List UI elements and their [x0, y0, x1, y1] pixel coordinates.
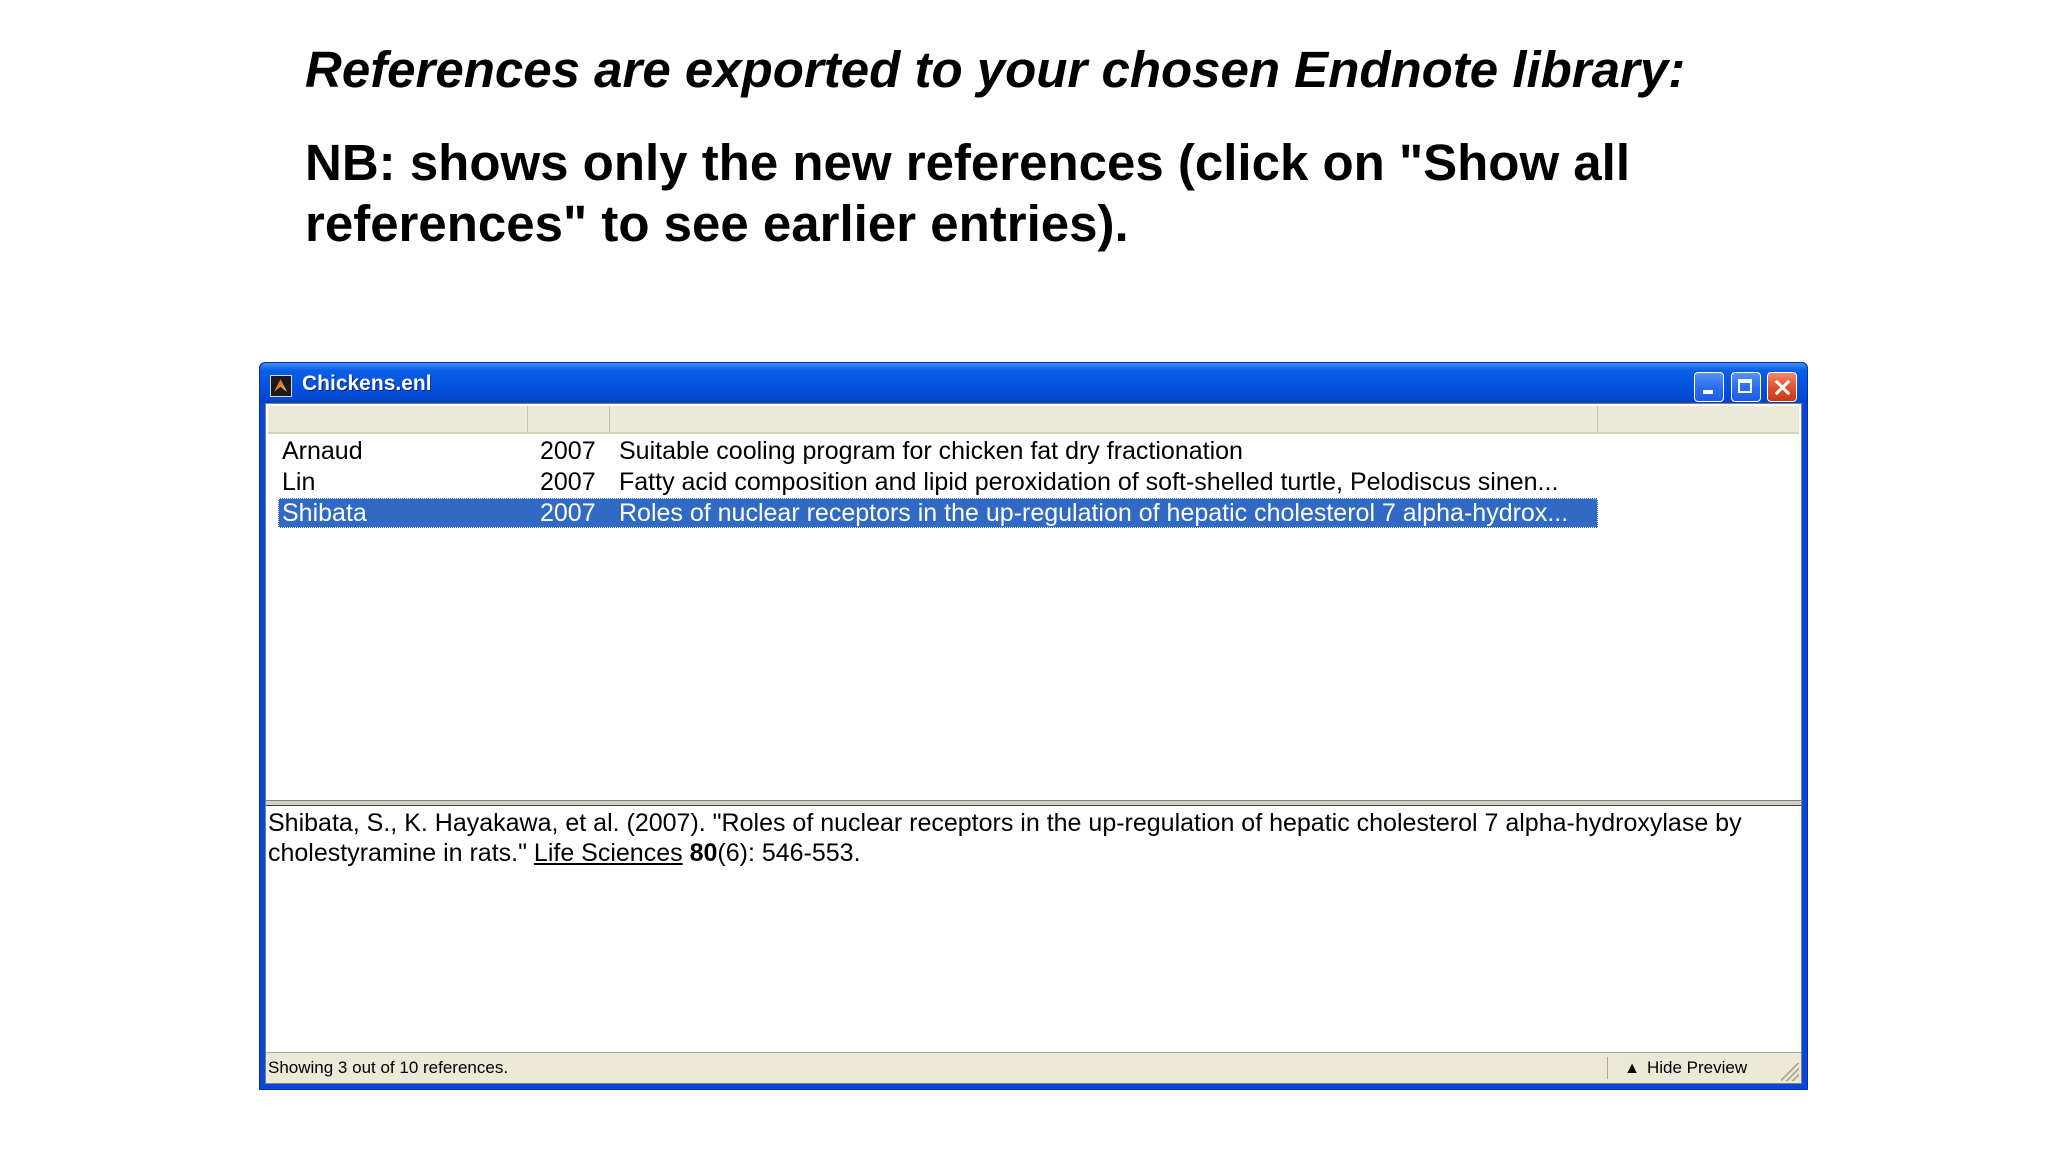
- reference-author: Shibata: [282, 499, 367, 527]
- reference-author: Lin: [282, 468, 316, 496]
- status-text: Showing 3 out of 10 references.: [268, 1058, 509, 1077]
- reference-title: Suitable cooling program for chicken fat…: [619, 437, 1243, 465]
- reference-row[interactable]: Arnaud 2007 Suitable cooling program for…: [278, 436, 1598, 466]
- reference-list: Arnaud 2007 Suitable cooling program for…: [268, 434, 1799, 794]
- slide-note: NB: shows only the new references (click…: [305, 134, 1631, 252]
- double-up-arrow-icon: ▲: [1624, 1060, 1640, 1077]
- column-header-author[interactable]: [268, 406, 528, 432]
- resize-grip-icon[interactable]: [1781, 1063, 1799, 1081]
- close-icon[interactable]: [1767, 372, 1797, 402]
- slide-heading: References are exported to your chosen E…: [305, 41, 1686, 98]
- reference-row-selected[interactable]: Shibata 2007 Roles of nuclear receptors …: [278, 498, 1598, 528]
- preview-journal: Life Sciences: [533, 839, 683, 867]
- column-header-title[interactable]: [610, 406, 1598, 432]
- maximize-icon[interactable]: [1731, 372, 1761, 402]
- column-header: [268, 406, 1799, 434]
- reference-year: 2007: [540, 437, 596, 465]
- reference-row[interactable]: Lin 2007 Fatty acid composition and lipi…: [278, 467, 1598, 497]
- status-bar: Showing 3 out of 10 references. ▲ Hide Pr…: [266, 1052, 1801, 1083]
- reference-preview: Shibata, S., K. Hayakawa, et al. (2007).…: [268, 808, 1793, 868]
- preview-pages: (6): 546-553.: [717, 839, 861, 867]
- library-client-area: Arnaud 2007 Suitable cooling program for…: [265, 403, 1802, 1084]
- reference-year: 2007: [540, 499, 596, 527]
- reference-title: Roles of nuclear receptors in the up-reg…: [619, 499, 1569, 527]
- window-titlebar[interactable]: Chickens.enl: [260, 363, 1807, 403]
- reference-title: Fatty acid composition and lipid peroxid…: [619, 468, 1559, 496]
- window-title: Chickens.enl: [302, 372, 432, 395]
- reference-year: 2007: [540, 468, 596, 496]
- hide-preview-label: Hide Preview: [1647, 1058, 1748, 1077]
- preview-citation: Shibata, S., K. Hayakawa, et al. (2007).…: [268, 809, 1742, 867]
- preview-splitter[interactable]: [266, 800, 1801, 806]
- endnote-library-window: Chickens.enl Arnaud 2007 Suitable coolin…: [259, 362, 1808, 1090]
- endnote-app-icon[interactable]: [270, 375, 292, 397]
- preview-volume: 80: [689, 839, 718, 867]
- status-divider: [1607, 1057, 1608, 1079]
- reference-author: Arnaud: [282, 437, 363, 465]
- column-header-year[interactable]: [528, 406, 610, 432]
- hide-preview-button[interactable]: ▲ Hide Preview: [1623, 1053, 1747, 1083]
- minimize-icon[interactable]: [1694, 372, 1724, 402]
